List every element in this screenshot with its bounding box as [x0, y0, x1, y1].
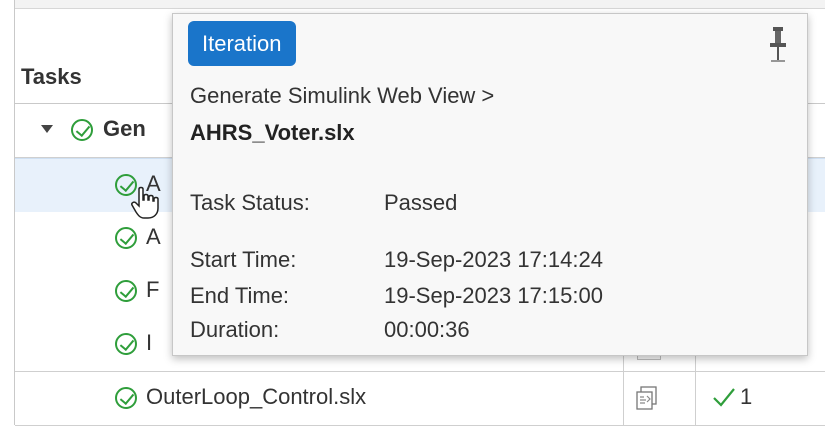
status-value: Passed: [384, 190, 458, 215]
task-row-label: I: [146, 330, 153, 355]
check-circle-icon: [115, 227, 137, 249]
start-time-label: Start Time:: [190, 247, 297, 272]
pass-count: 1: [740, 384, 753, 409]
check-circle-icon: [115, 387, 137, 409]
duration-value: 00:00:36: [384, 317, 470, 342]
grid-top-band: [15, 0, 825, 9]
task-row-label: F: [146, 277, 160, 302]
hand-cursor-icon: [131, 186, 159, 219]
task-row[interactable]: OuterLoop_Control.slx: [15, 372, 825, 426]
group-label: Gen: [103, 116, 146, 141]
pin-icon[interactable]: [767, 24, 789, 64]
chevron-down-icon[interactable]: [41, 125, 53, 133]
check-circle-icon: [115, 333, 137, 355]
check-circle-icon: [115, 280, 137, 302]
duration-label: Duration:: [190, 317, 280, 342]
task-row-label: OuterLoop_Control.slx: [146, 384, 367, 409]
end-time-value: 19-Sep-2023 17:15:00: [384, 283, 603, 308]
check-circle-icon: [71, 119, 93, 141]
iteration-badge: Iteration: [188, 21, 296, 66]
start-time-value: 19-Sep-2023 17:14:24: [384, 247, 603, 272]
tooltip-title-line1: Generate Simulink Web View >: [190, 83, 495, 108]
status-label: Task Status:: [190, 190, 310, 215]
iteration-tooltip: Iteration Generate Simulink Web View > A…: [172, 13, 808, 356]
tasks-header-label: Tasks: [21, 64, 82, 89]
end-time-label: End Time:: [190, 283, 290, 308]
report-icon[interactable]: [636, 386, 658, 410]
task-row-label: A: [146, 224, 161, 249]
checkmark-icon: [713, 388, 735, 407]
tooltip-title-line2: AHRS_Voter.slx: [190, 120, 355, 145]
